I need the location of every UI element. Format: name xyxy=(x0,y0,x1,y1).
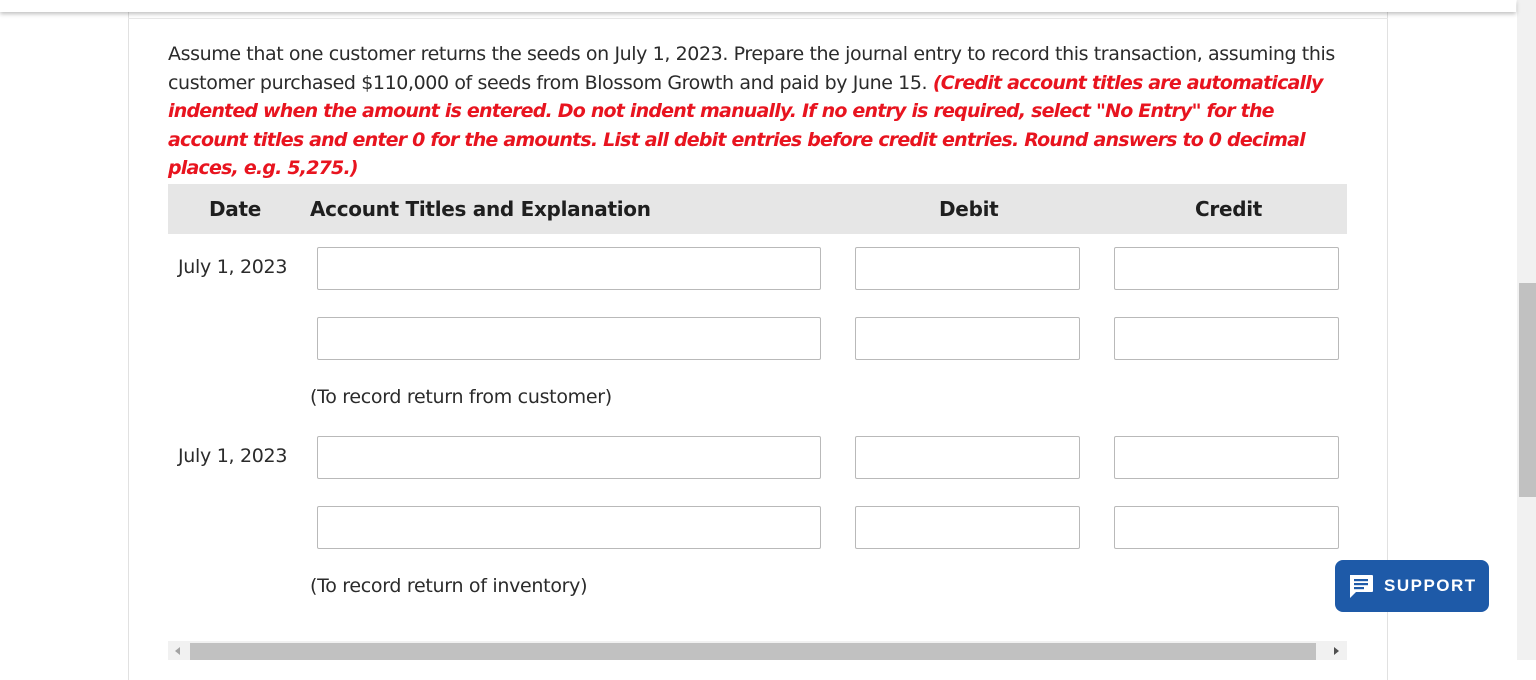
entry-1-row-1-debit-input[interactable] xyxy=(855,247,1080,290)
horizontal-scroll-thumb[interactable] xyxy=(190,643,1316,660)
scroll-right-arrow-icon[interactable] xyxy=(1334,647,1339,655)
entry-2-row-2-account-input[interactable] xyxy=(317,506,821,549)
scroll-left-arrow-icon[interactable] xyxy=(175,647,180,655)
chat-bubble-icon xyxy=(1350,575,1373,598)
panel-divider xyxy=(128,18,1388,19)
entry-2-row-1-account-input[interactable] xyxy=(317,436,821,479)
vertical-scrollbar[interactable] xyxy=(1517,0,1536,660)
entry-1-row-1-account-input[interactable] xyxy=(317,247,821,290)
journal-table-header: Date Account Titles and Explanation Debi… xyxy=(168,184,1347,234)
entry-2-explanation: (To record return of inventory) xyxy=(310,575,588,597)
entry-2-row-2-credit-input[interactable] xyxy=(1114,506,1339,549)
entry-1-row-2-account-input[interactable] xyxy=(317,317,821,360)
header-account-titles: Account Titles and Explanation xyxy=(310,197,651,221)
vertical-scroll-thumb[interactable] xyxy=(1519,283,1536,497)
support-button[interactable]: SUPPORT xyxy=(1335,560,1489,612)
entry-1-row-2-credit-input[interactable] xyxy=(1114,317,1339,360)
question-text: Assume that one customer returns the see… xyxy=(168,40,1348,183)
entry-1-row-2-debit-input[interactable] xyxy=(855,317,1080,360)
entry-2-row-1-debit-input[interactable] xyxy=(855,436,1080,479)
header-debit: Debit xyxy=(939,197,999,221)
entry-2-row-1-credit-input[interactable] xyxy=(1114,436,1339,479)
entry-2-date: July 1, 2023 xyxy=(178,445,288,467)
entry-2-row-2-debit-input[interactable] xyxy=(855,506,1080,549)
header-date: Date xyxy=(209,197,262,221)
top-bar xyxy=(0,0,1516,12)
horizontal-scrollbar[interactable] xyxy=(168,641,1347,660)
entry-1-row-1-credit-input[interactable] xyxy=(1114,247,1339,290)
entry-1-date: July 1, 2023 xyxy=(178,256,288,278)
support-label: SUPPORT xyxy=(1384,576,1477,595)
header-credit: Credit xyxy=(1195,197,1263,221)
entry-1-explanation: (To record return from customer) xyxy=(310,386,612,408)
